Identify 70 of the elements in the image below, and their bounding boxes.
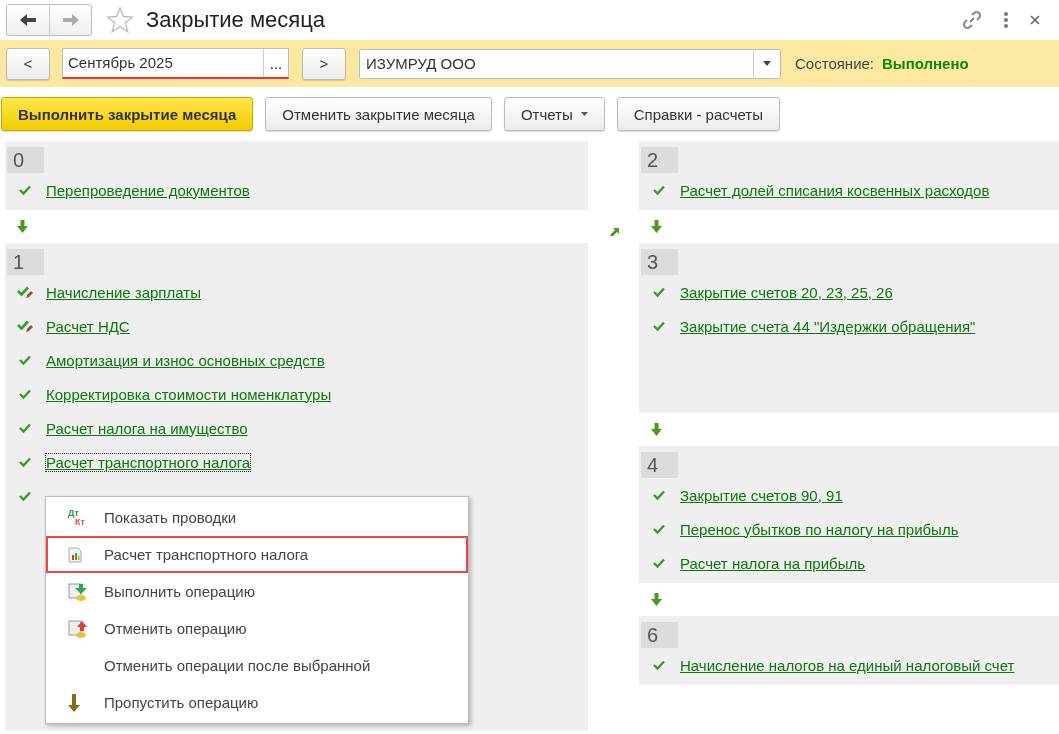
- menu-item[interactable]: Пропустить операцию: [46, 684, 468, 721]
- menu-item[interactable]: Отменить операцию: [46, 610, 468, 647]
- down-arrow-icon: [651, 423, 662, 436]
- operation-link[interactable]: Расчет налога на прибыль: [679, 553, 866, 573]
- document-down-arrow-icon: [68, 581, 88, 602]
- run-closing-button[interactable]: Выполнить закрытие месяца: [1, 97, 254, 131]
- next-period-button[interactable]: >: [302, 47, 346, 80]
- step-number: 2: [641, 147, 678, 173]
- back-arrow-icon: [19, 13, 37, 27]
- more-icon[interactable]: [1003, 11, 1009, 29]
- operation-link[interactable]: Корректировка стоимости номенклатуры: [45, 384, 333, 404]
- operation-link[interactable]: Закрытие счетов 90, 91: [679, 485, 844, 505]
- organization-field[interactable]: ИЗУМРУД ООО: [359, 48, 781, 79]
- forward-arrow-icon: [61, 13, 80, 27]
- operation-link[interactable]: Расчет НДС: [45, 316, 131, 336]
- check-icon: [653, 184, 665, 196]
- down-arrow-icon: [17, 220, 28, 233]
- check-icon: [19, 184, 31, 196]
- report-icon: [68, 546, 82, 563]
- check-pencil-icon: [16, 285, 34, 299]
- step-number: 0: [7, 147, 44, 173]
- menu-item[interactable]: Расчет транспортного налога: [46, 536, 468, 573]
- operation-link[interactable]: Расчет транспортного налога: [45, 452, 252, 472]
- check-icon: [653, 523, 665, 535]
- state-value: Выполнено: [882, 55, 969, 72]
- operation-link[interactable]: Закрытие счета 44 "Издержки обращения": [679, 316, 977, 336]
- check-icon: [19, 354, 31, 366]
- check-icon: [19, 422, 31, 434]
- toolbar-button[interactable]: Отменить закрытие месяца: [265, 97, 492, 131]
- operation-link[interactable]: Закрытие счетов 20, 23, 25, 26: [679, 282, 894, 302]
- document-up-arrow-icon: [68, 618, 88, 639]
- toolbar-button[interactable]: Справки - расчеты: [616, 97, 780, 131]
- dropdown-button[interactable]: [753, 49, 780, 78]
- menu-item[interactable]: Отменить операции после выбранной: [46, 647, 468, 684]
- state-label: Состояние:: [795, 55, 874, 72]
- step-number: 3: [641, 249, 678, 275]
- menu-item[interactable]: Дт Кт Показать проводки: [46, 499, 468, 536]
- operation-link[interactable]: Амортизация и износ основных средств: [45, 350, 326, 370]
- step-number: 1: [7, 249, 44, 275]
- operation-link[interactable]: Перепроведение документов: [45, 180, 251, 200]
- down-arrow-icon: [68, 693, 80, 712]
- reports-button[interactable]: Отчеты: [503, 97, 605, 131]
- operation-link[interactable]: Перенос убытков по налогу на прибыль: [679, 519, 960, 539]
- check-icon: [19, 490, 31, 502]
- check-icon: [19, 456, 31, 468]
- step-number: 4: [641, 452, 678, 478]
- check-icon: [653, 286, 665, 298]
- step-number: 6: [641, 622, 678, 648]
- down-arrow-icon: [651, 593, 662, 606]
- check-icon: [653, 320, 665, 332]
- operation-link[interactable]: Начисление зарплаты: [45, 282, 202, 302]
- menu-item[interactable]: Выполнить операцию: [46, 573, 468, 610]
- caret-icon: [580, 112, 588, 116]
- previous-period-button[interactable]: <: [6, 47, 50, 80]
- operation-link[interactable]: Расчет налога на имущество: [45, 418, 249, 438]
- check-icon: [653, 659, 665, 671]
- check-icon: [653, 489, 665, 501]
- window-title: Закрытие месяца: [146, 7, 327, 33]
- debit-credit-icon: Дт Кт: [68, 508, 90, 527]
- down-arrow-icon: [651, 220, 662, 233]
- check-icon: [653, 557, 665, 569]
- link-icon[interactable]: [961, 9, 983, 31]
- period-field[interactable]: Сентябрь 2025 ...: [62, 48, 289, 79]
- caret-icon: [763, 61, 771, 66]
- operation-link[interactable]: Расчет долей списания косвенных расходов: [679, 180, 991, 200]
- close-icon[interactable]: [1029, 14, 1041, 26]
- operation-link[interactable]: Начисление налогов на единый налоговый счет: [679, 655, 1016, 675]
- star-icon[interactable]: [106, 6, 134, 34]
- check-pencil-icon: [16, 319, 34, 333]
- check-icon: [19, 388, 31, 400]
